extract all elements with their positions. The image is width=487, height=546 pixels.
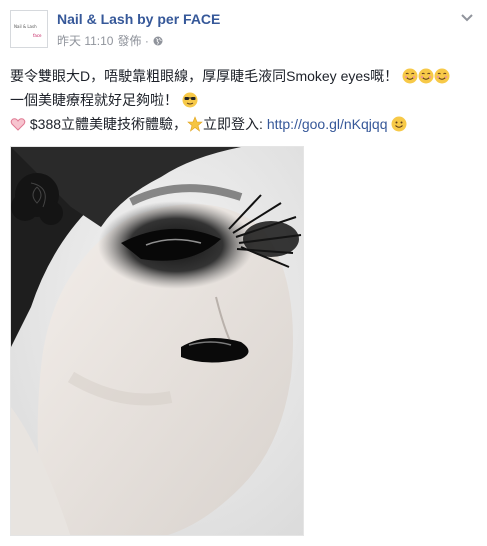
post-line-3: $388立體美睫技術體驗， 立即登入: http://goo.gl/nKqjqq: [10, 112, 480, 136]
post-line-3-text: $388立體美睫技術體驗，: [26, 116, 188, 132]
post-photo[interactable]: [10, 146, 304, 536]
post-meta: 昨天 11:10 發佈 ·: [57, 32, 163, 49]
post-line-1-text: 要令雙眼大D，唔駛靠粗眼線，厚厚睫毛液同Smokey eyes嘅！: [10, 68, 399, 84]
page-avatar[interactable]: Nail & Lash face: [10, 10, 48, 48]
star-icon: [187, 116, 203, 132]
post-line-2: 一個美睫療程就好足夠啦！: [10, 88, 480, 112]
post-body: 要令雙眼大D，唔駛靠粗眼線，厚厚睫毛液同Smokey eyes嘅！ 一個美睫療程…: [10, 64, 480, 136]
post-line-1: 要令雙眼大D，唔駛靠粗眼線，厚厚睫毛液同Smokey eyes嘅！: [10, 64, 480, 88]
post-privacy-label: 發佈 ·: [117, 34, 149, 48]
post-line-3-cta: 立即登入:: [203, 116, 267, 132]
smiling-face-icon: [418, 68, 434, 84]
post-link[interactable]: http://goo.gl/nKqjqq: [267, 116, 388, 132]
smiling-face-icon: [402, 68, 418, 84]
smiling-face-icon: [434, 68, 450, 84]
page-name-link[interactable]: Nail & Lash by per FACE: [57, 11, 220, 27]
chevron-down-icon[interactable]: [461, 14, 473, 22]
post-line-2-text: 一個美睫療程就好足夠啦！: [10, 92, 178, 108]
globe-icon: [153, 36, 163, 45]
smiley-icon: [391, 116, 407, 132]
sunglasses-face-icon: [182, 92, 198, 108]
post-timestamp[interactable]: 昨天 11:10: [57, 32, 113, 49]
post-header: Nail & Lash face Nail & Lash by per FACE…: [10, 10, 477, 54]
avatar-logo-subtext: face: [33, 33, 42, 38]
makeup-model-image: [11, 147, 303, 535]
avatar-logo-text: Nail & Lash: [14, 24, 37, 29]
heart-icon: [10, 118, 26, 131]
